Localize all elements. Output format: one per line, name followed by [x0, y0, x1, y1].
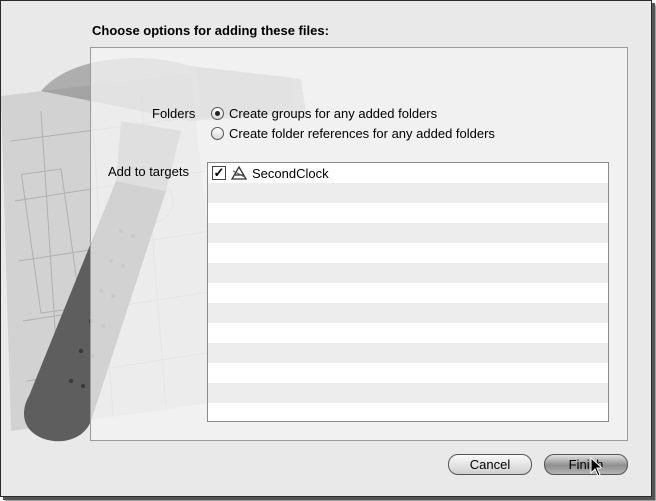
targets-list[interactable]: ✓ SecondClock: [207, 162, 609, 422]
add-to-targets-label: Add to targets: [108, 164, 189, 179]
list-item: [208, 343, 608, 363]
mouse-pointer-icon: [590, 457, 604, 477]
application-target-icon: [231, 166, 247, 180]
list-item: [208, 323, 608, 343]
target-name: SecondClock: [252, 165, 329, 181]
list-item: [208, 203, 608, 223]
cancel-button[interactable]: Cancel: [448, 454, 532, 475]
list-item: [208, 403, 608, 421]
checkbox-checked-icon[interactable]: ✓: [212, 166, 226, 180]
list-item: [208, 243, 608, 263]
dialog-title: Choose options for adding these files:: [92, 23, 329, 38]
add-files-sheet: Choose options for adding these files: F…: [0, 0, 652, 497]
list-item: [208, 303, 608, 323]
radio-folder-references-label: Create folder references for any added f…: [229, 126, 495, 141]
list-item: [208, 183, 608, 203]
radio-unselected-icon[interactable]: [211, 127, 224, 140]
radio-create-groups[interactable]: Create groups for any added folders: [211, 106, 437, 121]
folders-label: Folders: [152, 106, 196, 121]
radio-folder-references[interactable]: Create folder references for any added f…: [211, 126, 495, 141]
finish-button[interactable]: Finish: [544, 454, 628, 475]
list-item: [208, 283, 608, 303]
list-item: [208, 383, 608, 403]
target-row[interactable]: ✓ SecondClock: [208, 163, 608, 183]
list-item: [208, 263, 608, 283]
list-item: [208, 363, 608, 383]
list-item: [208, 223, 608, 243]
radio-selected-icon[interactable]: [211, 107, 224, 120]
radio-create-groups-label: Create groups for any added folders: [229, 106, 438, 121]
